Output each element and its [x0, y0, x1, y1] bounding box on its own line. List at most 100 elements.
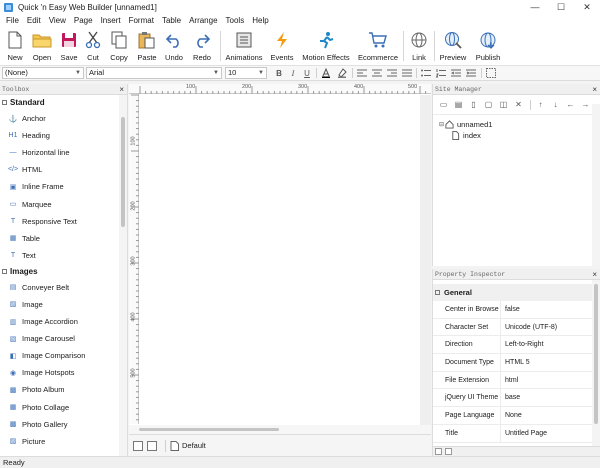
property-row[interactable]: Document Type HTML 5	[433, 354, 593, 372]
property-inspector-scrollbar[interactable]	[592, 280, 600, 446]
toolbox-item-conveyer-belt[interactable]: ▤ Conveyer Belt	[0, 279, 127, 296]
toolbox-item-responsive-text[interactable]: T Responsive Text	[0, 213, 127, 230]
add-page-icon[interactable]	[133, 440, 143, 451]
property-row[interactable]: jQuery UI Theme base	[433, 389, 593, 408]
property-row[interactable]: Direction Left-to-Right	[433, 336, 593, 355]
move-up-icon[interactable]: ↑	[534, 98, 547, 111]
align-right-icon[interactable]	[386, 67, 398, 79]
toolbox-item-inline-frame[interactable]: ▣ Inline Frame	[0, 178, 127, 195]
animations-button[interactable]: Animations	[224, 27, 264, 65]
page-canvas[interactable]	[140, 95, 420, 425]
site-manager-scrollbar[interactable]	[592, 104, 600, 266]
toolbox-section-standard[interactable]: Standard	[0, 95, 127, 110]
toolbox-close-icon[interactable]: ×	[119, 84, 124, 95]
property-inspector-close-icon[interactable]: ×	[592, 269, 597, 280]
property-row[interactable]: Title Untitled Page	[433, 424, 593, 443]
menu-arrange[interactable]: Arrange	[185, 16, 221, 25]
menu-file[interactable]: File	[2, 16, 23, 25]
toolbox-item-image[interactable]: ▨ Image	[0, 296, 127, 313]
highlight-icon[interactable]	[336, 67, 348, 79]
toolbox-item-photo-collage[interactable]: ▦ Photo Collage	[0, 399, 127, 416]
redo-button[interactable]: Redo	[190, 27, 214, 65]
font-size-select[interactable]: 10 ▼	[225, 67, 267, 79]
categorized-icon[interactable]	[435, 448, 442, 455]
toolbox-item-image-accordion[interactable]: ▥ Image Accordion	[0, 313, 127, 330]
move-left-icon[interactable]: ←	[564, 98, 577, 111]
page-properties-icon[interactable]: ◫	[497, 98, 510, 111]
align-left-icon[interactable]	[356, 67, 368, 79]
toolbox-item-image-comparison[interactable]: ◧ Image Comparison	[0, 347, 127, 364]
property-row[interactable]: Center in Browse false	[433, 301, 593, 319]
bold-button[interactable]: B	[273, 67, 285, 79]
cut-button[interactable]: Cut	[82, 27, 104, 65]
property-row[interactable]: File Extension html	[433, 371, 593, 390]
publish-button[interactable]: Publish	[472, 27, 504, 65]
toolbox-item-image-hotspots[interactable]: ◉ Image Hotspots	[0, 364, 127, 381]
property-value[interactable]: false	[501, 301, 520, 318]
italic-button[interactable]: I	[287, 67, 299, 79]
events-button[interactable]: Events	[268, 27, 296, 65]
text-color-icon[interactable]	[320, 67, 332, 79]
paste-button[interactable]: Paste	[134, 27, 160, 65]
menu-view[interactable]: View	[45, 16, 70, 25]
new-button[interactable]: New	[3, 27, 27, 65]
toolbox-item-html[interactable]: </> HTML	[0, 161, 127, 178]
ecommerce-button[interactable]: Ecommerce	[356, 27, 400, 65]
menu-table[interactable]: Table	[158, 16, 185, 25]
property-value[interactable]: html	[501, 372, 518, 389]
copy-button[interactable]: Copy	[106, 27, 132, 65]
menu-edit[interactable]: Edit	[23, 16, 45, 25]
undo-button[interactable]: Undo	[162, 27, 186, 65]
collapse-icon[interactable]	[2, 268, 7, 274]
canvas-horizontal-scrollbar[interactable]	[129, 425, 431, 434]
new-folder-icon[interactable]: ▤	[452, 98, 465, 111]
menu-tools[interactable]: Tools	[222, 16, 249, 25]
toolbox-scrollbar[interactable]	[119, 95, 127, 456]
toolbox-item-heading[interactable]: H1 Heading	[0, 127, 127, 144]
page-copy-icon[interactable]: ▢	[482, 98, 495, 111]
toolbox-item-photo-album[interactable]: ▩ Photo Album	[0, 381, 127, 398]
page-properties-icon[interactable]	[147, 440, 157, 451]
property-value[interactable]: HTML 5	[501, 354, 530, 371]
align-justify-icon[interactable]	[401, 67, 413, 79]
property-value[interactable]: base	[501, 389, 520, 406]
move-right-icon[interactable]: →	[579, 98, 592, 111]
toolbox-item-photo-gallery[interactable]: ▩ Photo Gallery	[0, 416, 127, 433]
site-manager-close-icon[interactable]: ×	[592, 84, 597, 95]
minimize-button[interactable]: —	[522, 0, 548, 14]
border-icon[interactable]	[485, 67, 497, 79]
tree-node-index[interactable]: index	[439, 130, 600, 141]
menu-page[interactable]: Page	[70, 16, 97, 25]
outdent-icon[interactable]	[450, 67, 462, 79]
delete-icon[interactable]: ✕	[512, 98, 525, 111]
menu-insert[interactable]: Insert	[97, 16, 125, 25]
page-tab-default[interactable]: Default	[170, 440, 206, 451]
toolbox-item-marquee[interactable]: ▭ Marquee	[0, 195, 127, 212]
property-row[interactable]: Character Set Unicode (UTF-8)	[433, 318, 593, 337]
move-down-icon[interactable]: ↓	[549, 98, 562, 111]
maximize-button[interactable]: ☐	[548, 0, 574, 14]
font-select[interactable]: Arial ▼	[86, 67, 222, 79]
toolbox-item-image-carousel[interactable]: ▧ Image Carousel	[0, 330, 127, 347]
toolbox-item-anchor[interactable]: ⚓ Anchor	[0, 110, 127, 127]
style-select[interactable]: (None) ▼	[2, 67, 84, 79]
preview-button[interactable]: Preview	[438, 27, 468, 65]
align-center-icon[interactable]	[371, 67, 383, 79]
canvas-vertical-scrollbar[interactable]	[420, 95, 431, 425]
tree-node-root[interactable]: ⊟ unnamed1	[439, 119, 600, 130]
new-page-icon[interactable]: ▭	[437, 98, 450, 111]
numbered-list-icon[interactable]	[435, 67, 447, 79]
toolbox-item-picture[interactable]: ▨ Picture	[0, 433, 127, 450]
close-button[interactable]: ✕	[574, 0, 600, 14]
toolbox-item-table[interactable]: ▦ Table	[0, 230, 127, 247]
bulleted-list-icon[interactable]	[420, 67, 432, 79]
alphabetical-icon[interactable]	[445, 448, 452, 455]
property-value[interactable]: Unicode (UTF-8)	[501, 319, 557, 336]
toolbox-section-images[interactable]: Images	[0, 264, 127, 279]
link-button[interactable]: Link	[407, 27, 431, 65]
duplicate-icon[interactable]: ▯	[467, 98, 480, 111]
save-button[interactable]: Save	[56, 27, 82, 65]
collapse-icon[interactable]	[2, 100, 7, 105]
motion-effects-button[interactable]: Motion Effects	[300, 27, 352, 65]
collapse-icon[interactable]	[435, 290, 440, 295]
